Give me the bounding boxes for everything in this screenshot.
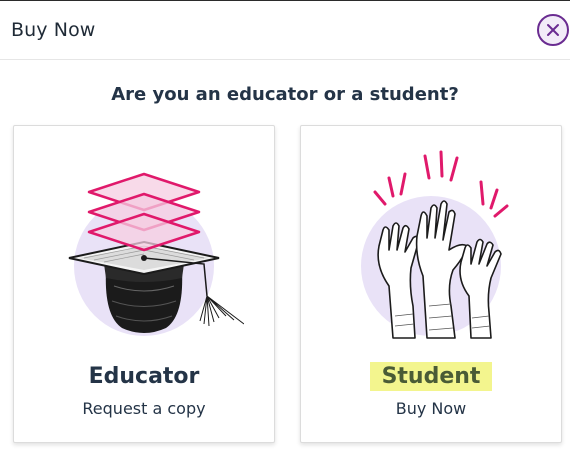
educator-subtitle: Request a copy: [82, 399, 206, 418]
educator-title: Educator: [88, 364, 200, 389]
close-button[interactable]: [537, 14, 569, 46]
modal-header: Buy Now: [0, 1, 570, 60]
student-subtitle: Buy Now: [395, 399, 467, 418]
raised-hands-icon: [361, 150, 509, 339]
modal-title: Buy Now: [11, 19, 96, 41]
graduation-cap-icon: [68, 172, 244, 336]
role-question: Are you an educator or a student?: [111, 84, 459, 105]
student-title: Student: [301, 362, 561, 391]
close-icon: [547, 24, 559, 36]
student-card[interactable]: Student Buy Now: [300, 125, 562, 443]
educator-card[interactable]: Educator Request a copy: [13, 125, 275, 443]
